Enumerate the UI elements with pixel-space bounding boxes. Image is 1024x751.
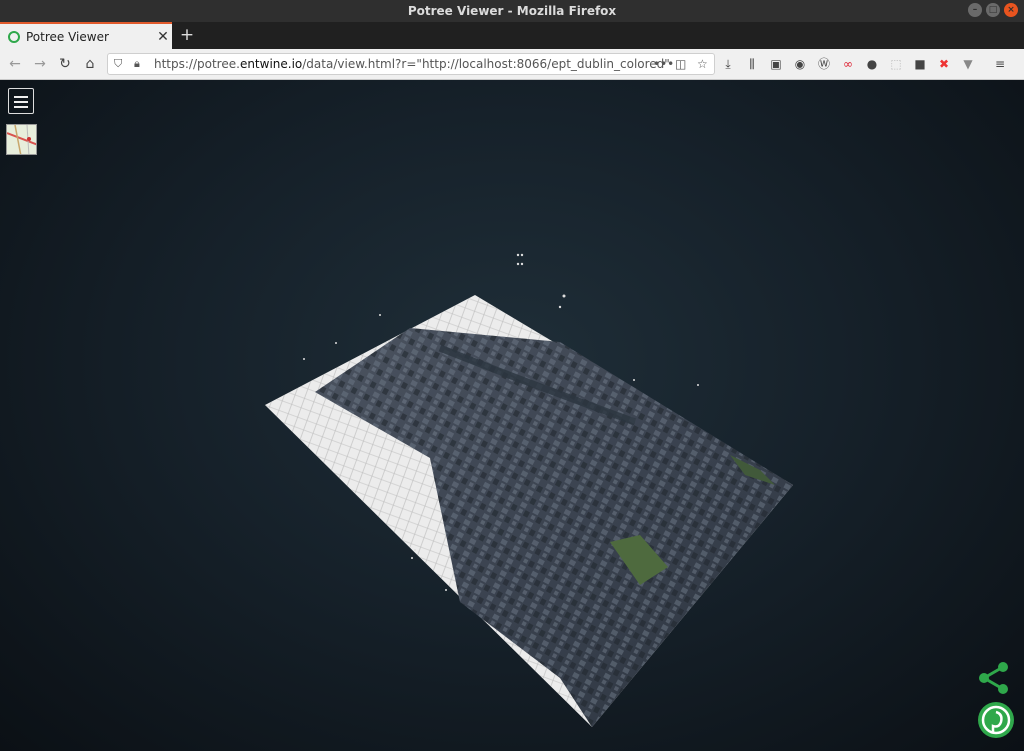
url-bar[interactable]: ⛉ 🔒︎ https://potree.entwine.io/data/view… (107, 53, 715, 75)
library-icon[interactable]: ⫼ (744, 55, 760, 73)
vuejs-icon[interactable]: ▼ (960, 55, 976, 73)
extension-icon[interactable]: ◉ (792, 55, 808, 73)
maximize-button[interactable]: □ (986, 3, 1000, 17)
city-buildings (315, 328, 793, 727)
selenium-icon[interactable]: ■ (912, 55, 928, 73)
account-icon[interactable]: ● (864, 55, 880, 73)
map-icon (7, 125, 36, 154)
screenshot-icon[interactable]: ⬚ (888, 55, 904, 73)
tab-potree-viewer[interactable]: Potree Viewer ✕ (0, 22, 172, 49)
map-toggle-button[interactable] (6, 124, 37, 155)
potree-logo-icon[interactable] (976, 700, 1016, 740)
point-cloud-scene[interactable] (0, 80, 1024, 751)
downloads-icon[interactable]: ⤓ (720, 55, 736, 73)
tools-icon[interactable]: ✖ (936, 55, 952, 73)
window-controls: – □ × (968, 3, 1018, 17)
minimize-button[interactable]: – (968, 3, 982, 17)
url-text[interactable]: https://potree.entwine.io/data/view.html… (154, 54, 670, 74)
wappalyzer-icon[interactable]: Ⓦ (816, 55, 832, 73)
pocket-icon[interactable]: ◫ (675, 54, 686, 74)
window-titlebar: Potree Viewer - Mozilla Firefox – □ × (0, 0, 1024, 22)
sidebar-icon[interactable]: ▣ (768, 55, 784, 73)
lock-icon[interactable]: 🔒︎ (134, 54, 140, 74)
toolbar-icons: ⤓ ⫼ ▣ ◉ Ⓦ ∞ ● ⬚ ■ ✖ ▼ ≡ (720, 55, 1008, 73)
tab-bar: Potree Viewer ✕ + (0, 22, 1024, 49)
home-button[interactable]: ⌂ (81, 55, 99, 73)
share-icon[interactable] (976, 660, 1012, 696)
navigation-bar: ← → ↻ ⌂ ⛉ 🔒︎ https://potree.entwine.io/d… (0, 49, 1024, 80)
shield-icon[interactable]: ⛉ (114, 54, 122, 74)
window-title: Potree Viewer - Mozilla Firefox (407, 4, 617, 18)
menu-icon[interactable]: ≡ (992, 55, 1008, 73)
sidebar-menu-button[interactable] (8, 88, 34, 114)
close-window-button[interactable]: × (1004, 3, 1018, 17)
reload-button[interactable]: ↻ (56, 55, 74, 73)
bookmark-star-button[interactable]: ☆ (697, 54, 708, 74)
new-tab-button[interactable]: + (178, 26, 196, 44)
potree-favicon-icon (8, 30, 20, 43)
glasses-icon[interactable]: ∞ (840, 55, 856, 73)
back-button[interactable]: ← (6, 55, 24, 73)
forward-button[interactable]: → (31, 55, 49, 73)
potree-render-area[interactable] (0, 80, 1024, 751)
page-actions-button[interactable]: ••• (653, 54, 674, 74)
tab-close-button[interactable]: ✕ (154, 29, 172, 45)
tab-label: Potree Viewer (26, 29, 109, 44)
